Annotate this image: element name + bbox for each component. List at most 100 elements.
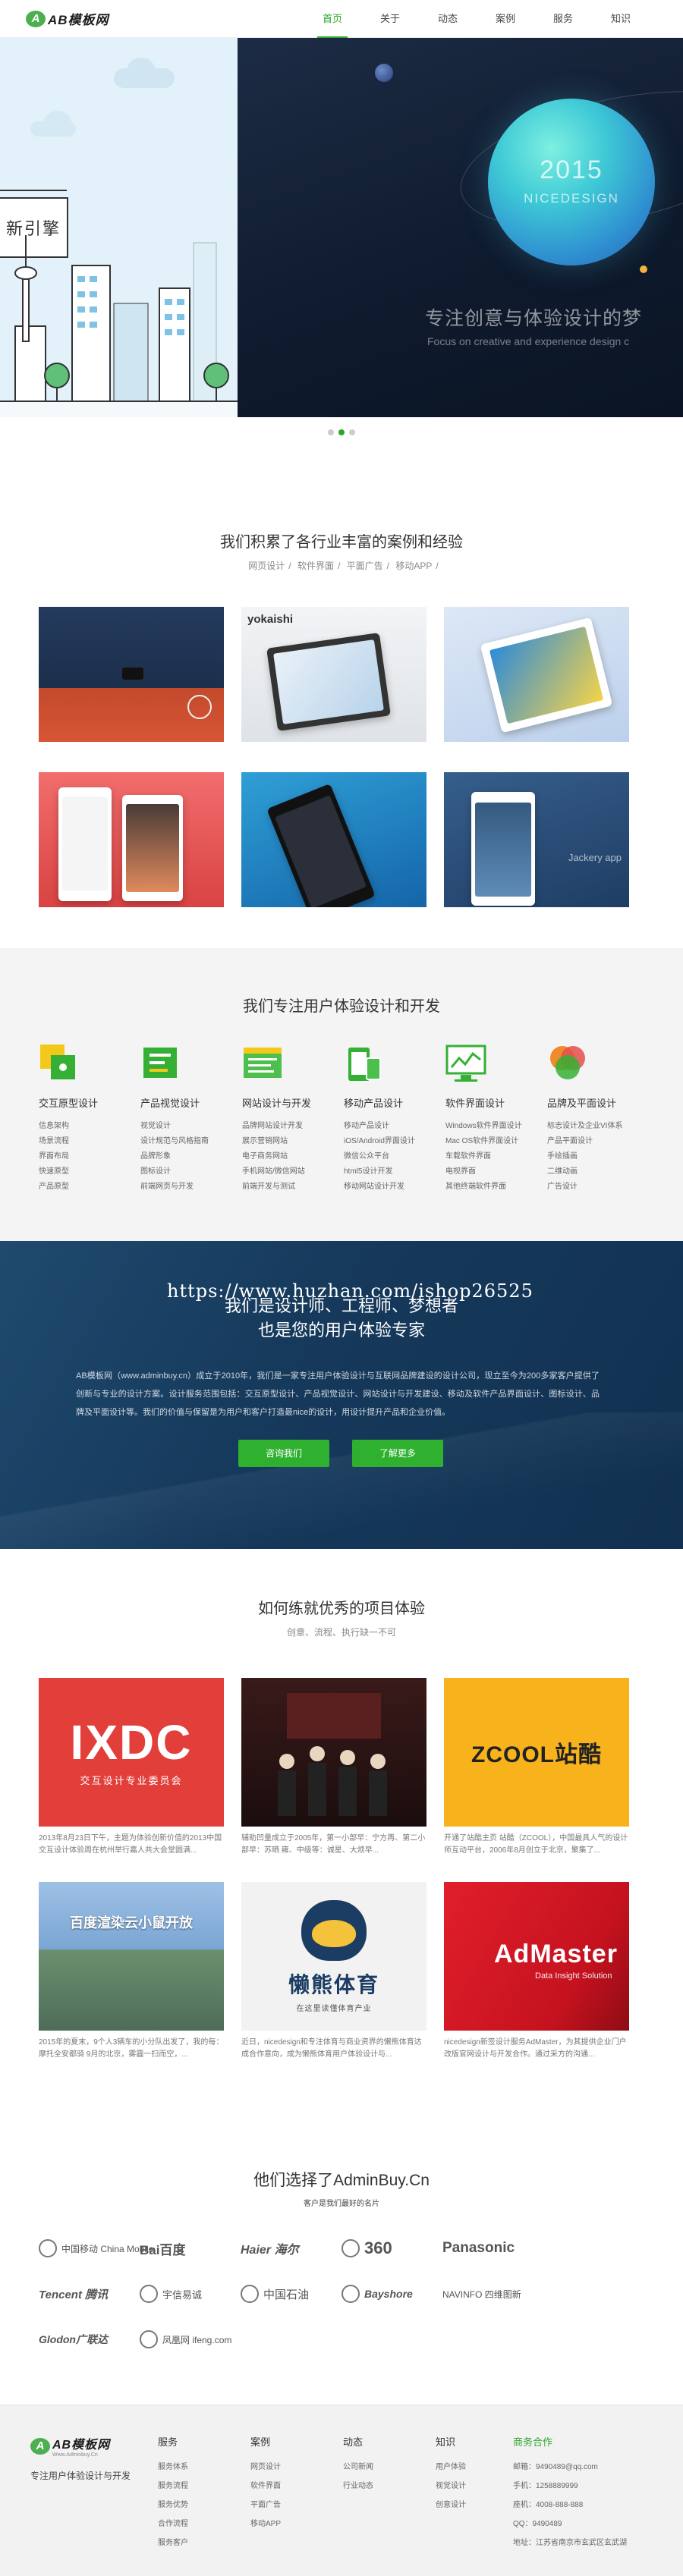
partner-logo[interactable]: Panasonic — [442, 2233, 543, 2263]
case-tag-web[interactable]: 网页设计 — [248, 561, 285, 571]
case-card-1[interactable] — [39, 607, 224, 742]
footer-link[interactable]: 行业动态 — [343, 2477, 373, 2496]
partner-logo[interactable]: 凤凰网 ifeng.com — [140, 2324, 241, 2355]
service-item[interactable]: Mac OS软件界面设计 — [445, 1134, 547, 1149]
project-card-1[interactable]: IXDC 交互设计专业委员会 2013年8月23日下午，主题为体验创新价值的20… — [39, 1678, 224, 1871]
learn-more-button[interactable]: 了解更多 — [352, 1440, 443, 1467]
project-card-4[interactable]: 百度渲染云小鼠开放 2015年的夏末，9个人3辆车的小分队出发了，我的每：摩托全… — [39, 1882, 224, 2075]
nav-home[interactable]: 首页 — [304, 0, 361, 38]
partner-logo[interactable]: 宇信易诚 — [140, 2279, 241, 2309]
partner-logo[interactable]: 360 — [342, 2233, 442, 2263]
project-card-6[interactable]: AdMaster Data Insight Solution nicedesig… — [444, 1882, 629, 2075]
case-tag-app[interactable]: 移动APP — [395, 561, 432, 571]
nav-cases[interactable]: 案例 — [477, 0, 534, 38]
partner-logo[interactable] — [543, 2233, 644, 2263]
service-item[interactable]: 其他终端软件界面 — [445, 1180, 547, 1195]
service-mobile[interactable]: 移动产品设计 移动产品设计 iOS/Android界面设计 微信公众平台 htm… — [344, 1043, 445, 1195]
footer-link[interactable]: 公司新闻 — [343, 2458, 373, 2477]
service-item[interactable]: 品牌网站设计开发 — [242, 1119, 344, 1134]
contact-email[interactable]: 邮箱：9490489@qq.com — [513, 2458, 627, 2477]
service-item[interactable]: iOS/Android界面设计 — [344, 1134, 445, 1149]
footer-col-title[interactable]: 服务 — [158, 2434, 188, 2449]
project-card-5[interactable]: 懒熊体育 在这里读懂体育产业 近日，nicedesign和专注体育与商业资界的懒… — [241, 1882, 426, 2075]
project-card-2[interactable]: 辅助凹量成立于2005年，第一小部早：宁方再、第二小部早：苏晒 雍、中级等：诚星… — [241, 1678, 426, 1871]
footer-link[interactable]: 软件界面 — [250, 2477, 281, 2496]
partner-logo[interactable]: NAVINFO 四维图新 — [442, 2279, 543, 2309]
service-item[interactable]: 视觉设计 — [140, 1119, 242, 1134]
partner-logo[interactable] — [543, 2279, 644, 2309]
service-item[interactable]: 车载软件界面 — [445, 1149, 547, 1164]
service-item[interactable]: Windows软件界面设计 — [445, 1119, 547, 1134]
nav-knowledge[interactable]: 知识 — [592, 0, 650, 38]
case-card-6[interactable]: Jackery app — [444, 772, 629, 907]
service-brand[interactable]: 品牌及平面设计 标志设计及企业VI体系 产品平面设计 手绘插画 二维动画 广告设… — [547, 1043, 649, 1195]
case-tag-software[interactable]: 软件界面 — [297, 561, 334, 571]
project-image[interactable]: IXDC 交互设计专业委员会 — [39, 1678, 224, 1827]
project-image[interactable]: AdMaster Data Insight Solution — [444, 1882, 629, 2031]
service-item[interactable]: 二维动画 — [547, 1164, 649, 1180]
nav-news[interactable]: 动态 — [419, 0, 477, 38]
service-item[interactable]: 标志设计及企业VI体系 — [547, 1119, 649, 1134]
service-item[interactable]: 电视界面 — [445, 1164, 547, 1180]
footer-link[interactable]: 移动APP — [250, 2515, 281, 2534]
footer-link[interactable]: 服务客户 — [158, 2534, 188, 2552]
footer-logo[interactable]: A AB模板网 Www.Adminbuy.Cn — [30, 2434, 110, 2458]
hero-banner[interactable]: 新引擎 2015 NICEDESIGN 专注创意与体验设计的梦 Focus on… — [0, 38, 683, 417]
service-item[interactable]: 界面布局 — [39, 1149, 140, 1164]
partner-logo[interactable]: Haier 海尔 — [241, 2233, 342, 2263]
project-image[interactable]: 懒熊体育 在这里读懂体育产业 — [241, 1882, 426, 2031]
service-item[interactable]: 移动网站设计开发 — [344, 1180, 445, 1195]
partner-logo[interactable]: 中国移动 China Mobile — [39, 2233, 153, 2263]
footer-link[interactable]: 服务优势 — [158, 2496, 188, 2515]
partner-logo[interactable]: Glodon广联达 — [39, 2324, 140, 2355]
case-card-3[interactable] — [444, 607, 629, 742]
service-item[interactable]: 品牌形象 — [140, 1149, 242, 1164]
service-item[interactable]: 广告设计 — [547, 1180, 649, 1195]
nav-services[interactable]: 服务 — [534, 0, 592, 38]
project-image[interactable]: ZCOOL站酷 — [444, 1678, 629, 1827]
footer-link[interactable]: 创意设计 — [436, 2496, 466, 2515]
case-card-2[interactable]: yokaishi — [241, 607, 426, 742]
footer-link[interactable]: 平面广告 — [250, 2496, 281, 2515]
case-tag-print[interactable]: 平面广告 — [347, 561, 383, 571]
service-website[interactable]: 网站设计与开发 品牌网站设计开发 展示营销网站 电子商务网站 手机网站/微信网站… — [242, 1043, 344, 1195]
contact-qq[interactable]: QQ：9490489 — [513, 2515, 627, 2534]
partner-logo[interactable]: Bayshore — [342, 2279, 442, 2309]
project-image[interactable] — [241, 1678, 426, 1827]
contact-us-button[interactable]: 咨询我们 — [238, 1440, 329, 1467]
footer-link[interactable]: 视觉设计 — [436, 2477, 466, 2496]
service-item[interactable]: 手绘插画 — [547, 1149, 649, 1164]
service-item[interactable]: 设计规范与风格指南 — [140, 1134, 242, 1149]
service-item[interactable]: 前端开发与测试 — [242, 1180, 344, 1195]
project-image[interactable]: 百度渲染云小鼠开放 — [39, 1882, 224, 2031]
service-item[interactable]: 图标设计 — [140, 1164, 242, 1180]
footer-col-title[interactable]: 动态 — [343, 2434, 373, 2449]
service-item[interactable]: 微信公众平台 — [344, 1149, 445, 1164]
service-item[interactable]: 移动产品设计 — [344, 1119, 445, 1134]
partner-logo[interactable]: Tencent 腾讯 — [39, 2279, 140, 2309]
slider-dot-2[interactable] — [338, 429, 345, 435]
case-card-5[interactable] — [241, 772, 426, 907]
service-item[interactable]: 快速原型 — [39, 1164, 140, 1180]
footer-link[interactable]: 合作流程 — [158, 2515, 188, 2534]
footer-link[interactable]: 用户体验 — [436, 2458, 466, 2477]
partner-logo[interactable]: 中国石油 — [241, 2279, 342, 2309]
service-item[interactable]: 展示营销网站 — [242, 1134, 344, 1149]
slider-dot-3[interactable] — [349, 429, 355, 435]
case-card-4[interactable] — [39, 772, 224, 907]
service-item[interactable]: 场景流程 — [39, 1134, 140, 1149]
footer-col-title[interactable]: 知识 — [436, 2434, 466, 2449]
service-item[interactable]: 前端网页与开发 — [140, 1180, 242, 1195]
partner-logo[interactable]: Bai百度 — [140, 2233, 241, 2263]
service-visual[interactable]: 产品视觉设计 视觉设计 设计规范与风格指南 品牌形象 图标设计 前端网页与开发 — [140, 1043, 242, 1195]
service-item[interactable]: 电子商务网站 — [242, 1149, 344, 1164]
slider-dot-1[interactable] — [328, 429, 334, 435]
service-item[interactable]: 信息架构 — [39, 1119, 140, 1134]
logo[interactable]: A AB模板网 — [26, 9, 109, 28]
service-item[interactable]: 产品原型 — [39, 1180, 140, 1195]
service-item[interactable]: html5设计开发 — [344, 1164, 445, 1180]
project-card-3[interactable]: ZCOOL站酷 开通了站酷主页 站酷（ZCOOL），中国最具人气的设计师互动平台… — [444, 1678, 629, 1871]
service-prototype[interactable]: 交互原型设计 信息架构 场景流程 界面布局 快速原型 产品原型 — [39, 1043, 140, 1195]
service-item[interactable]: 手机网站/微信网站 — [242, 1164, 344, 1180]
footer-link[interactable]: 服务流程 — [158, 2477, 188, 2496]
